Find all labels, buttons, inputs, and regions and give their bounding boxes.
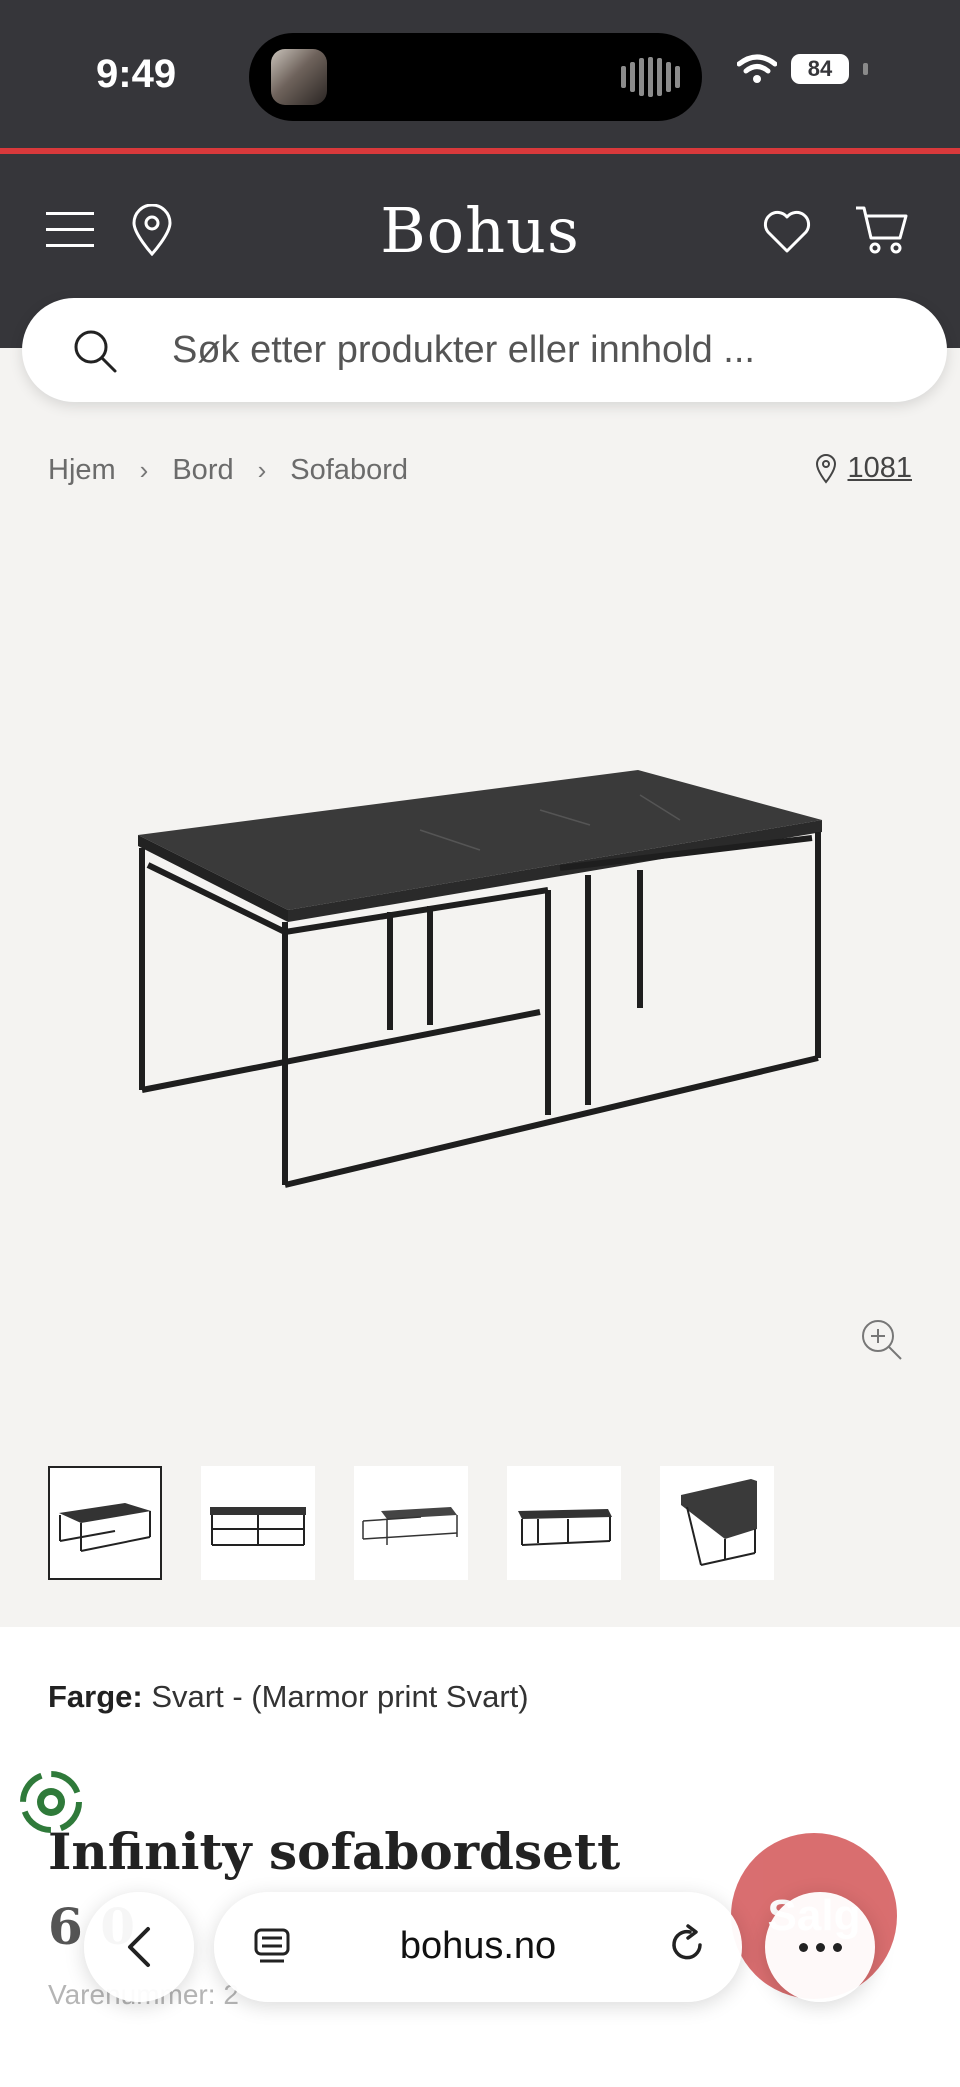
postal-code[interactable]: 1081 — [847, 452, 912, 485]
reload-icon[interactable] — [666, 1924, 708, 1966]
now-playing-artwork — [271, 49, 327, 105]
breadcrumb-item-sofabord[interactable]: Sofabord — [290, 454, 408, 487]
dot — [832, 1942, 842, 1952]
search-bar[interactable] — [22, 298, 947, 402]
audio-waveform-icon — [621, 57, 680, 97]
product-title: Infinity sofabordsett — [48, 1822, 621, 1881]
chevron-right-icon: › — [139, 455, 149, 485]
breadcrumb-item-bord[interactable]: Bord — [172, 454, 233, 487]
table-thumbnail — [59, 1503, 151, 1552]
search-input[interactable] — [172, 320, 912, 380]
thumbnail-strip — [48, 1466, 774, 1580]
more-options-button[interactable] — [765, 1892, 875, 2002]
dot — [798, 1942, 808, 1952]
thumbnail-3[interactable] — [354, 1466, 468, 1580]
thumbnail-4[interactable] — [507, 1466, 621, 1580]
browser-address-bar[interactable]: bohus.no — [214, 1892, 742, 2002]
status-indicators: 84 — [737, 54, 868, 84]
battery-indicator: 84 — [791, 54, 849, 84]
wifi-icon — [737, 54, 777, 83]
browser-back-button[interactable] — [84, 1892, 194, 2002]
status-time: 9:49 — [96, 52, 177, 96]
table-thumbnail — [518, 1509, 612, 1546]
search-icon — [74, 330, 117, 373]
thumbnail-1[interactable] — [48, 1466, 162, 1580]
heart-icon[interactable] — [762, 208, 812, 254]
color-label: Farge: — [48, 1679, 143, 1714]
thumbnail-5[interactable] — [660, 1466, 774, 1580]
location-pin-icon — [816, 453, 837, 484]
zoom-in-icon[interactable] — [860, 1318, 904, 1362]
chevron-right-icon: › — [257, 455, 267, 485]
page: 9:49 84 Bohus Søk etter produkter eller … — [0, 0, 960, 2087]
table-thumbnail — [362, 1507, 458, 1545]
site-logo[interactable]: Bohus — [0, 194, 960, 267]
table-thumbnail — [681, 1479, 757, 1566]
url-text[interactable]: bohus.no — [214, 1925, 742, 1968]
cart-icon[interactable] — [854, 204, 910, 256]
battery-cap-icon — [863, 63, 868, 75]
product-image[interactable] — [120, 740, 840, 1200]
chevron-left-icon — [128, 1927, 150, 1967]
color-value: Svart - (Marmor print Svart) — [151, 1679, 529, 1714]
thumbnail-2[interactable] — [201, 1466, 315, 1580]
dot — [815, 1942, 825, 1952]
breadcrumb: Hjem › Bord › Sofabord — [48, 454, 408, 487]
table-thumbnail — [210, 1507, 306, 1546]
breadcrumb-item-hjem[interactable]: Hjem — [48, 454, 116, 487]
status-bar: 9:49 84 — [0, 0, 960, 148]
dynamic-island[interactable] — [249, 33, 702, 121]
postal-code-selector[interactable]: 1081 — [815, 452, 912, 485]
color-selection[interactable]: Farge: Svart - (Marmor print Svart) — [48, 1679, 529, 1715]
